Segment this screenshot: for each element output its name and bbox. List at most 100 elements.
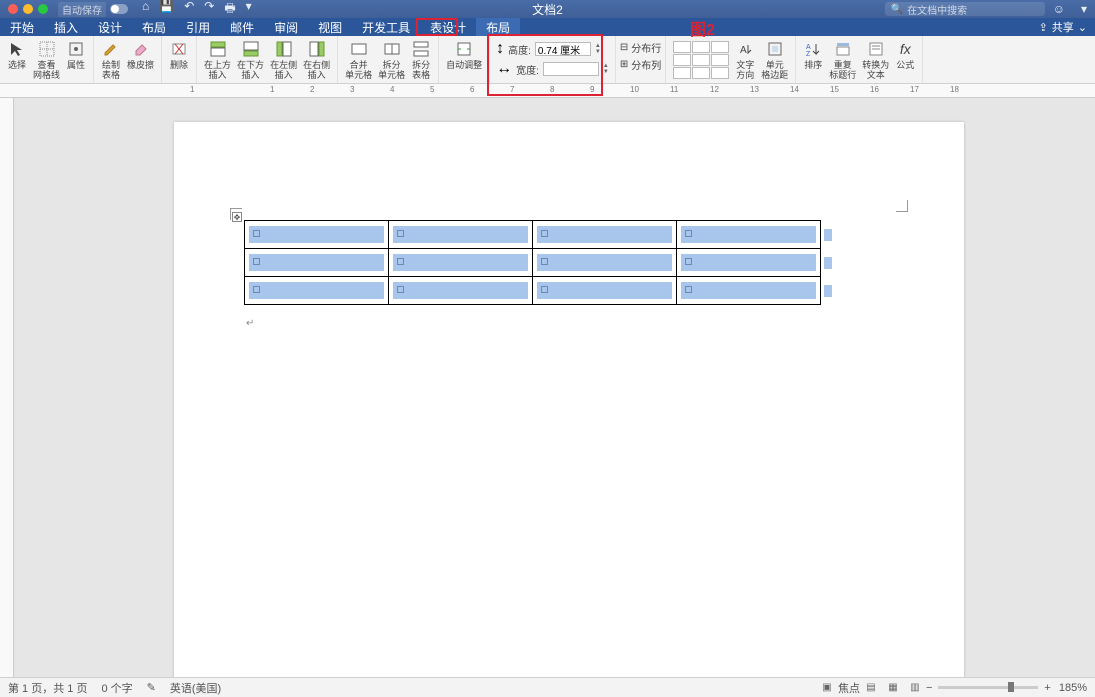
user-icon[interactable]: ☺	[1053, 2, 1065, 16]
width-label: 宽度:	[516, 62, 539, 77]
close-window-icon[interactable]	[8, 4, 18, 14]
word-count[interactable]: 0 个字	[101, 680, 132, 696]
document-viewport[interactable]: ✥ ↵	[14, 98, 1095, 677]
tab-references[interactable]: 引用	[176, 18, 220, 36]
table-cell[interactable]	[245, 249, 389, 277]
distribute-cols-button[interactable]: ⊞分布列	[620, 57, 661, 72]
height-input[interactable]	[535, 42, 591, 56]
tab-view[interactable]: 视图	[308, 18, 352, 36]
zoom-slider[interactable]	[938, 686, 1038, 689]
row-end-marker-icon	[824, 285, 832, 297]
autofit-button[interactable]: 自动调整	[443, 38, 485, 71]
autosave-toggle[interactable]	[110, 4, 128, 14]
align-br-button[interactable]	[711, 67, 729, 79]
insert-right-button[interactable]: 在右侧 插入	[300, 38, 333, 81]
insert-below-button[interactable]: 在下方 插入	[234, 38, 267, 81]
table-cell[interactable]	[533, 221, 677, 249]
page: ✥ ↵	[174, 122, 964, 677]
tab-home[interactable]: 开始	[0, 18, 44, 36]
table-cell[interactable]	[677, 249, 821, 277]
table-move-handle[interactable]: ✥	[232, 212, 242, 222]
height-down-icon[interactable]: ▼	[595, 49, 601, 55]
svg-text:A: A	[740, 45, 747, 56]
language-status[interactable]: 英语(美国)	[170, 680, 221, 696]
share-button[interactable]: ⇪ 共享 ⌄	[1031, 19, 1095, 35]
table-cell[interactable]	[389, 277, 533, 305]
distribute-rows-button[interactable]: ⊟分布行	[620, 40, 661, 55]
table-row[interactable]	[245, 249, 821, 277]
eraser-button[interactable]: 橡皮擦	[124, 38, 157, 71]
horizontal-ruler[interactable]: 1 1 2 3 4 5 6 7 8 9 10 11 12 13 14 15 16…	[0, 84, 1095, 98]
text-direction-button[interactable]: A文字 方向	[732, 38, 758, 81]
tab-layout[interactable]: 布局	[132, 18, 176, 36]
align-bl-button[interactable]	[673, 67, 691, 79]
tab-insert[interactable]: 插入	[44, 18, 88, 36]
repeat-header-button[interactable]: 重复 标题行	[826, 38, 859, 81]
tab-review[interactable]: 审阅	[264, 18, 308, 36]
table-cell[interactable]	[389, 249, 533, 277]
search-input[interactable]: 🔍 在文档中搜索	[885, 2, 1045, 16]
align-mr-button[interactable]	[711, 54, 729, 66]
tab-devtools[interactable]: 开发工具	[352, 18, 420, 36]
split-table-button[interactable]: 拆分 表格	[408, 38, 434, 81]
qat-more-icon[interactable]: ▾	[246, 0, 252, 20]
home-icon[interactable]: ⌂	[142, 0, 149, 20]
delete-button[interactable]: 删除	[166, 38, 192, 71]
table-cell[interactable]	[533, 277, 677, 305]
table-row[interactable]	[245, 221, 821, 249]
redo-icon[interactable]: ↷	[204, 0, 214, 20]
cell-marker-icon	[541, 258, 548, 265]
align-bc-button[interactable]	[692, 67, 710, 79]
search-icon: 🔍	[891, 4, 903, 15]
word-table[interactable]	[244, 220, 821, 305]
width-down-icon[interactable]: ▼	[603, 69, 609, 75]
focus-mode-button[interactable]: ▣	[818, 681, 836, 695]
width-input[interactable]	[543, 62, 599, 76]
formula-button[interactable]: fx公式	[892, 38, 918, 71]
tab-table-layout[interactable]: 布局	[476, 18, 520, 36]
print-layout-button[interactable]: ▦	[884, 681, 902, 695]
zoom-out-button[interactable]: −	[926, 682, 932, 694]
vertical-ruler[interactable]	[0, 98, 14, 677]
table-cell[interactable]	[245, 221, 389, 249]
table-cell[interactable]	[245, 277, 389, 305]
sort-button[interactable]: AZ排序	[800, 38, 826, 71]
align-tr-button[interactable]	[711, 41, 729, 53]
web-layout-button[interactable]: ▥	[906, 681, 924, 695]
minimize-window-icon[interactable]	[23, 4, 33, 14]
table-cell[interactable]	[677, 277, 821, 305]
tab-mailings[interactable]: 邮件	[220, 18, 264, 36]
convert-text-button[interactable]: 转换为 文本	[859, 38, 892, 81]
align-mc-button[interactable]	[692, 54, 710, 66]
spellcheck-icon[interactable]: ✎	[147, 681, 156, 694]
zoom-in-button[interactable]: +	[1044, 682, 1050, 694]
cell-margins-button[interactable]: 单元 格边距	[758, 38, 791, 81]
align-tl-button[interactable]	[673, 41, 691, 53]
draw-table-button[interactable]: 绘制 表格	[98, 38, 124, 81]
save-icon[interactable]: 💾	[159, 0, 174, 20]
properties-button[interactable]: 属性	[63, 38, 89, 71]
more-icon[interactable]: ▾	[1081, 2, 1087, 16]
align-ml-button[interactable]	[673, 54, 691, 66]
align-tc-button[interactable]	[692, 41, 710, 53]
tab-design[interactable]: 设计	[88, 18, 132, 36]
tab-table-design[interactable]: 表设计	[420, 18, 476, 36]
undo-icon[interactable]: ↶	[184, 0, 194, 20]
view-gridlines-button[interactable]: 查看 网格线	[30, 38, 63, 81]
table-cell[interactable]	[677, 221, 821, 249]
merge-cells-button[interactable]: 合并 单元格	[342, 38, 375, 81]
ribbon: 选择 查看 网格线 属性 绘制 表格 橡皮擦 删除 在上方 插入 在下方 插入 …	[0, 36, 1095, 84]
table-row[interactable]	[245, 277, 821, 305]
page-count[interactable]: 第 1 页，共 1 页	[8, 680, 87, 696]
table-cell[interactable]	[533, 249, 677, 277]
table-cell[interactable]	[389, 221, 533, 249]
split-cells-button[interactable]: 拆分 单元格	[375, 38, 408, 81]
cell-marker-icon	[541, 230, 548, 237]
print-icon[interactable]: 🖶	[224, 0, 235, 20]
maximize-window-icon[interactable]	[38, 4, 48, 14]
select-button[interactable]: 选择	[4, 38, 30, 71]
zoom-level[interactable]: 185%	[1059, 682, 1087, 694]
insert-above-button[interactable]: 在上方 插入	[201, 38, 234, 81]
insert-left-button[interactable]: 在左侧 插入	[267, 38, 300, 81]
read-mode-button[interactable]: ▤	[862, 681, 880, 695]
